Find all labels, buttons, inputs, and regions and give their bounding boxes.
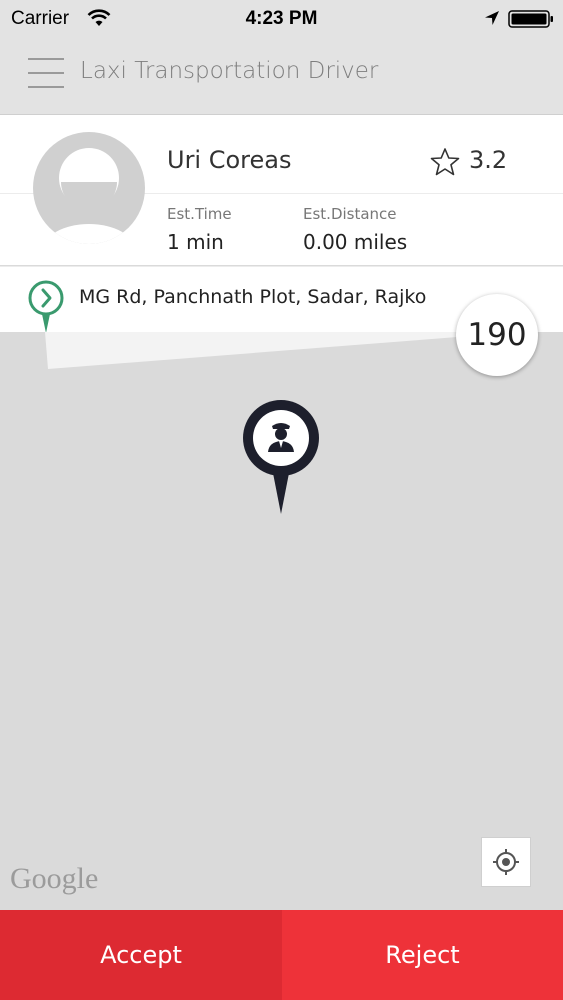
battery-icon [508, 10, 553, 28]
est-time-value: 1 min [167, 230, 224, 254]
status-bar: Carrier 4:23 PM [0, 0, 563, 38]
page-title: Laxi Transportation Driver [80, 58, 379, 84]
est-distance-value: 0.00 miles [303, 230, 408, 254]
pickup-pin-icon [28, 280, 64, 333]
fare-badge: 190 [456, 294, 538, 376]
map-view[interactable]: Google [0, 332, 563, 910]
pickup-address: MG Rd, Panchnath Plot, Sadar, Rajko [79, 286, 427, 308]
google-logo: Google [10, 862, 99, 895]
reject-button[interactable]: Reject [282, 910, 563, 1000]
star-icon [430, 148, 460, 176]
hamburger-menu-icon[interactable] [28, 58, 64, 92]
driver-marker-icon [243, 400, 319, 514]
rider-name: Uri Coreas [167, 146, 292, 174]
accept-button[interactable]: Accept [0, 910, 282, 1000]
nav-bar: Laxi Transportation Driver [0, 38, 563, 115]
rider-info-card: Uri Coreas 3.2 Est.Time 1 min Est.Distan… [0, 115, 563, 265]
location-arrow-icon [485, 11, 499, 25]
recenter-location-button[interactable] [481, 837, 531, 887]
est-time-label: Est.Time [167, 205, 232, 223]
avatar [33, 132, 145, 244]
rider-rating: 3.2 [469, 146, 508, 174]
crosshair-icon [493, 849, 519, 875]
status-time: 4:23 PM [245, 8, 318, 29]
est-distance-label: Est.Distance [303, 205, 397, 223]
